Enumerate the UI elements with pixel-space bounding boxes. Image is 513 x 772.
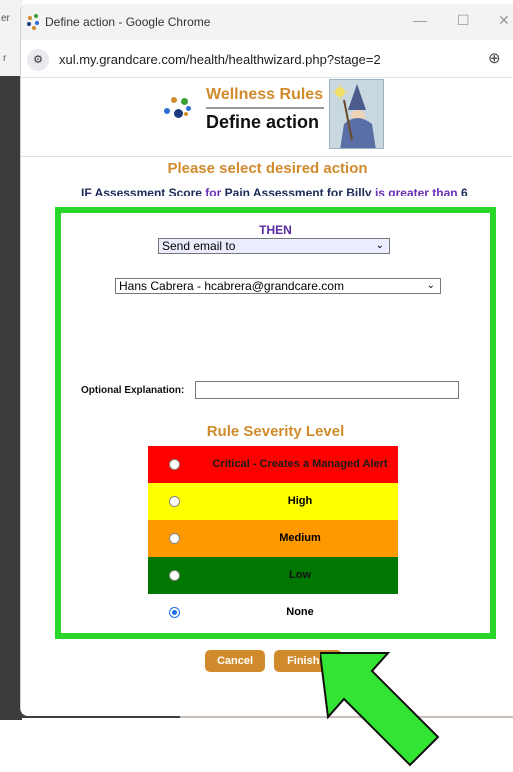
rule-condition: IF Assessment Score for Pain Assessment …	[81, 186, 481, 196]
annotation-arrow-icon	[320, 652, 440, 767]
severity-label: Critical - Creates a Managed Alert	[212, 458, 388, 470]
explanation-label: Optional Explanation:	[81, 385, 185, 396]
close-button[interactable]: ✕	[498, 12, 510, 29]
title-bar[interactable]: Define action - Google Chrome — ☐ ✕	[21, 4, 513, 40]
then-label: THEN	[259, 223, 292, 237]
explanation-input[interactable]	[195, 381, 459, 399]
highlight-box: THEN Send email to ⌄ Hans Cabrera - hcab…	[55, 207, 496, 639]
severity-radio[interactable]	[169, 533, 180, 544]
condition-if: IF	[81, 186, 92, 196]
recipient-select-value: Hans Cabrera - hcabrera@grandcare.com	[119, 279, 344, 293]
severity-label: Low	[289, 569, 311, 581]
wizard-title: Wellness Rules	[206, 86, 324, 103]
wizard-image	[329, 79, 384, 149]
condition-metric: Assessment Score	[94, 186, 202, 196]
background-window-top: er r	[0, 0, 22, 76]
chevron-down-icon: ⌄	[375, 240, 384, 251]
condition-subject: Pain Assessment for Billy	[224, 186, 372, 196]
page-title: Define action	[206, 112, 320, 132]
address-bar[interactable]: ⚙ xul.my.grandcare.com/health/healthwiza…	[21, 40, 513, 78]
background-text-fragment: er	[1, 13, 10, 24]
chrome-window: Define action - Google Chrome — ☐ ✕ ⚙ xu…	[20, 4, 513, 716]
cancel-button[interactable]: Cancel	[205, 650, 265, 672]
minimize-button[interactable]: —	[413, 12, 427, 28]
url-text[interactable]: xul.my.grandcare.com/health/healthwizard…	[59, 52, 381, 67]
severity-radio[interactable]	[169, 496, 180, 507]
action-select[interactable]: Send email to ⌄	[158, 238, 390, 254]
action-select-value: Send email to	[162, 239, 236, 253]
site-settings-icon[interactable]: ⚙	[27, 49, 49, 71]
page-content: Wellness Rules Define action Please sele…	[21, 79, 513, 716]
title-divider	[206, 107, 324, 109]
recipient-select[interactable]: Hans Cabrera - hcabrera@grandcare.com ⌄	[115, 278, 441, 294]
severity-radio[interactable]	[169, 607, 180, 618]
severity-label: None	[286, 606, 314, 618]
zoom-icon[interactable]: ⊕	[488, 49, 501, 67]
chevron-down-icon: ⌄	[426, 280, 435, 291]
maximize-button[interactable]: ☐	[457, 12, 470, 29]
severity-radio[interactable]	[169, 570, 180, 581]
severity-table: Critical - Creates a Managed Alert High Me…	[148, 446, 398, 631]
app-dots-icon	[27, 14, 43, 30]
background-text-fragment: r	[3, 53, 7, 64]
section-heading: Please select desired action	[167, 160, 368, 177]
severity-radio[interactable]	[169, 459, 180, 470]
window-title: Define action - Google Chrome	[45, 15, 211, 29]
severity-row[interactable]: High	[148, 483, 398, 520]
severity-row[interactable]: Low	[148, 557, 398, 594]
severity-label: Medium	[279, 532, 321, 544]
condition-for: for	[205, 186, 222, 196]
condition-comparator: is greater than	[374, 186, 458, 196]
condition-value: 6	[460, 186, 468, 196]
wizard-header: Wellness Rules Define action	[21, 79, 513, 157]
severity-row[interactable]: None	[148, 594, 398, 631]
severity-heading: Rule Severity Level	[206, 423, 345, 440]
severity-label: High	[287, 495, 313, 507]
screenshot: er r Define action - Google Chrome — ☐ ✕…	[0, 0, 513, 772]
severity-row[interactable]: Medium	[148, 520, 398, 557]
severity-row[interactable]: Critical - Creates a Managed Alert	[148, 446, 398, 483]
background-window: er r	[0, 0, 22, 720]
grandcare-logo-icon	[162, 95, 196, 129]
